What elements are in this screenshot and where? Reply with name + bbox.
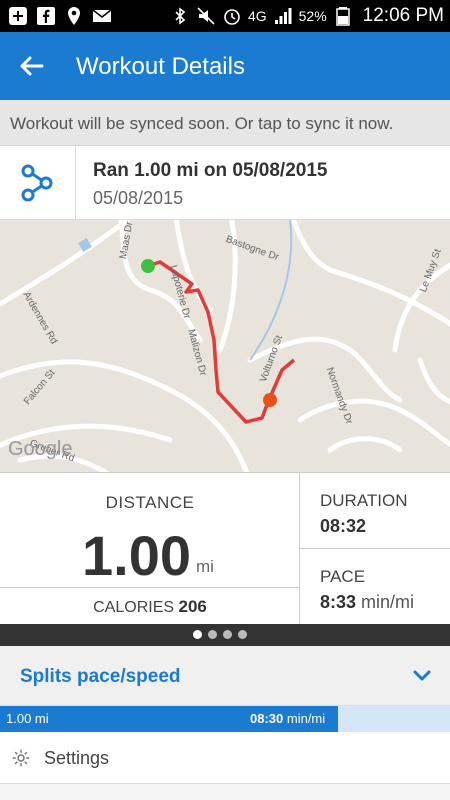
sync-banner[interactable]: Workout will be synced soon. Or tap to s… xyxy=(0,100,450,146)
page-dots xyxy=(193,630,247,639)
workout-type-icon-container xyxy=(0,146,76,220)
page-dot xyxy=(193,630,202,639)
calories-row: CALORIES 206 xyxy=(0,587,300,625)
notification-icons xyxy=(8,6,112,26)
distance-panel: DISTANCE 1.00 mi CALORIES 206 xyxy=(0,473,300,625)
status-bar: 4G 52% 12:06 PM xyxy=(0,0,450,32)
battery-percent: 52% xyxy=(298,8,327,24)
page-dot xyxy=(223,630,232,639)
split-pace-value: 08:30 xyxy=(250,711,284,726)
route-map[interactable]: Maas Dr Lapoterie Dr Bastogne Dr Ardennes R… xyxy=(0,220,450,472)
location-pin-icon xyxy=(68,7,80,25)
back-arrow-icon[interactable] xyxy=(14,49,48,83)
splits-title: Splits pace/speed xyxy=(20,666,181,687)
system-icons: 4G 52% 12:06 PM xyxy=(170,0,444,32)
battery-icon xyxy=(335,7,350,26)
mute-icon xyxy=(197,7,215,25)
pace-unit: min/mi xyxy=(361,592,415,612)
stats-panel: DISTANCE 1.00 mi CALORIES 206 DURATION 0… xyxy=(0,472,450,625)
page-dot xyxy=(208,630,217,639)
duration-cell: DURATION 08:32 xyxy=(300,473,450,549)
pace-cell: PACE 8:33 min/mi xyxy=(300,549,450,625)
alarm-icon xyxy=(224,9,240,25)
workout-date: 05/08/2015 xyxy=(93,188,184,208)
page-indicator xyxy=(0,624,450,646)
distance-label: DISTANCE xyxy=(105,493,195,512)
pace-label: PACE xyxy=(320,567,366,586)
page-title: Workout Details xyxy=(76,53,245,80)
split-pace: 08:30 min/mi xyxy=(250,711,325,726)
splits-header[interactable]: Splits pace/speed xyxy=(0,646,450,706)
add-icon xyxy=(9,7,27,25)
side-stats: DURATION 08:32 PACE 8:33 min/mi xyxy=(300,473,450,625)
route-icon xyxy=(21,164,53,202)
calories-value: 206 xyxy=(178,597,207,616)
split-pace-unit: min/mi xyxy=(286,711,326,726)
gear-icon xyxy=(12,749,30,767)
bottom-spacer xyxy=(0,784,450,800)
workout-summary: Ran 1.00 mi on 05/08/2015 05/08/2015 xyxy=(0,146,450,220)
workout-title: Ran 1.00 mi on 05/08/2015 xyxy=(93,160,328,181)
duration-label: DURATION xyxy=(320,491,408,510)
pace-value-row: 8:33 min/mi xyxy=(320,592,414,613)
settings-row[interactable]: Settings xyxy=(0,732,450,784)
duration-value: 08:32 xyxy=(320,516,367,536)
sync-banner-text: Workout will be synced soon. Or tap to s… xyxy=(10,114,394,133)
distance-value: 1.00 xyxy=(82,524,191,587)
app-bar: Workout Details xyxy=(0,32,450,100)
distance-unit: mi xyxy=(196,557,214,576)
email-icon xyxy=(92,9,112,22)
facebook-icon xyxy=(37,7,55,25)
calories-label: CALORIES xyxy=(93,599,175,616)
chevron-down-icon[interactable] xyxy=(412,668,432,684)
split-row: 1.00 mi 08:30 min/mi xyxy=(0,706,450,732)
map-attribution: Google xyxy=(8,438,73,460)
map-canvas xyxy=(0,220,450,472)
settings-label: Settings xyxy=(44,748,110,768)
network-type: 4G xyxy=(247,8,267,24)
bluetooth-icon xyxy=(175,7,186,25)
clock: 12:06 PM xyxy=(362,5,444,26)
page-dot xyxy=(238,630,247,639)
signal-icon xyxy=(274,8,292,24)
pace-value: 8:33 xyxy=(320,592,357,612)
split-distance: 1.00 mi xyxy=(6,711,49,726)
